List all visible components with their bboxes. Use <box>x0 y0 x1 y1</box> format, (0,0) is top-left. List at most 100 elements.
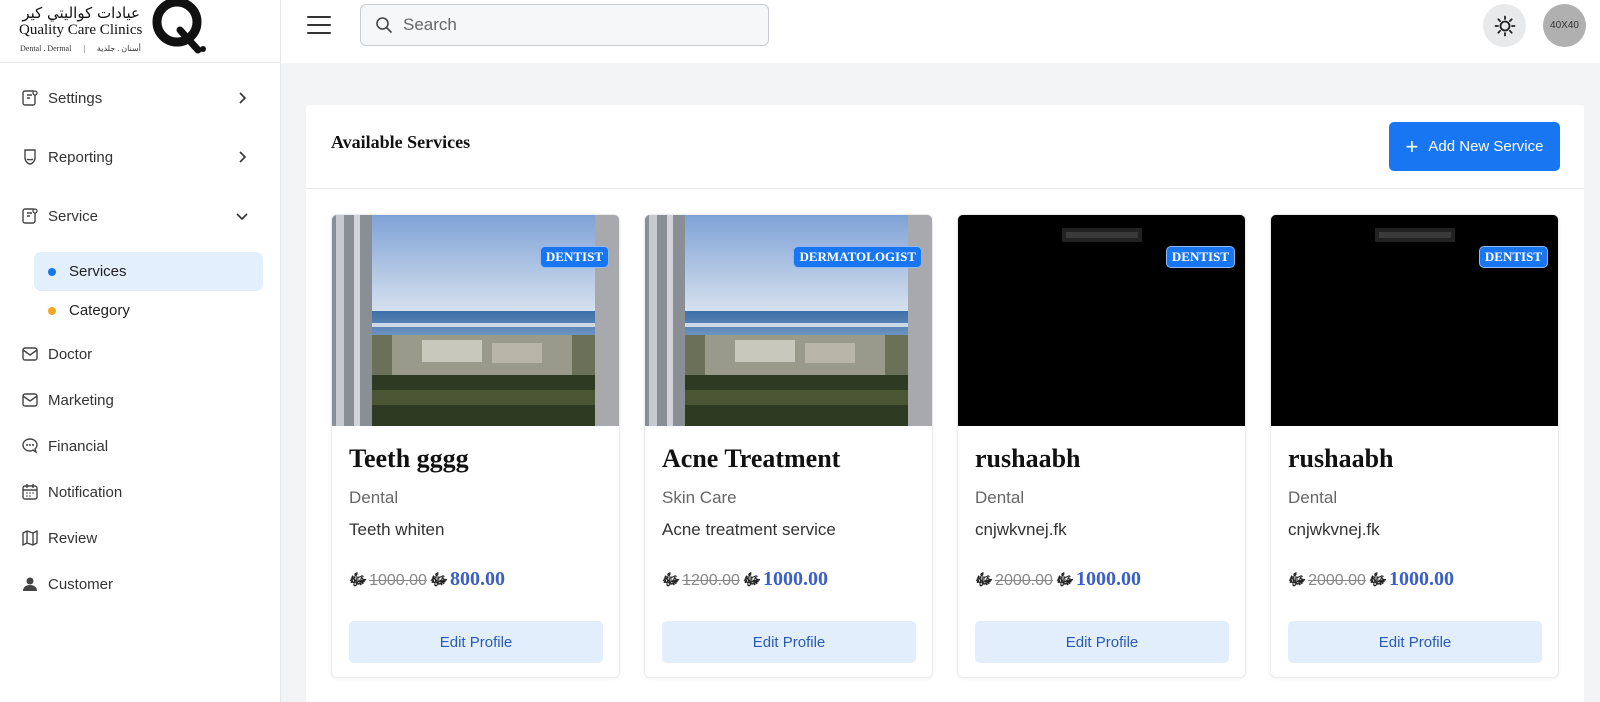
old-price: 1000.00 <box>369 572 427 589</box>
currency-icon: ﷻ <box>742 572 761 589</box>
new-price: 1000.00 <box>1388 568 1454 590</box>
edit-profile-button[interactable]: Edit Profile <box>975 621 1229 663</box>
service-image[interactable]: DENTIST <box>1271 215 1558 426</box>
top-bar: 40X40 <box>281 0 1600 63</box>
map-icon <box>20 528 40 548</box>
sidebar-item-reporting[interactable]: Reporting <box>20 143 250 171</box>
service-title: Teeth gggg <box>349 444 469 473</box>
chevron-right-icon <box>239 151 247 163</box>
service-image[interactable]: DENTIST <box>332 215 619 426</box>
reporting-icon <box>20 147 40 167</box>
service-card: DENTIST rushaabh Dental cnjwkvnej.fk ﷻ 2… <box>957 214 1246 678</box>
sidebar-item-label: Customer <box>48 575 114 593</box>
service-description: Acne treatment service <box>662 520 836 539</box>
mail-icon <box>20 390 40 410</box>
old-price: 2000.00 <box>1308 572 1366 589</box>
new-price: 1000.00 <box>762 568 828 590</box>
specialty-badge: DENTIST <box>539 246 609 268</box>
old-price: 1200.00 <box>682 572 740 589</box>
price-row: ﷻ 1200.00 ﷻ 1000.00 <box>662 568 828 593</box>
old-price: 2000.00 <box>995 572 1053 589</box>
chat-icon <box>20 436 40 456</box>
new-price: 800.00 <box>449 568 505 590</box>
service-category: Dental <box>975 488 1025 507</box>
sidebar-item-marketing[interactable]: Marketing <box>20 386 250 414</box>
search-input[interactable] <box>403 15 743 35</box>
currency-icon: ﷻ <box>1288 572 1307 589</box>
price-row: ﷻ 2000.00 ﷻ 1000.00 <box>975 568 1141 593</box>
sidebar-item-review[interactable]: Review <box>20 524 250 552</box>
currency-icon: ﷻ <box>662 572 681 589</box>
page-title: Available Services <box>331 132 471 152</box>
sidebar-item-notification[interactable]: Notification <box>20 478 250 506</box>
price-row: ﷻ 1000.00 ﷻ 800.00 <box>349 568 505 593</box>
edit-profile-button[interactable]: Edit Profile <box>349 621 603 663</box>
sidebar-item-label: Marketing <box>48 391 114 409</box>
service-image[interactable]: DERMATOLOGIST <box>645 215 932 426</box>
sidebar-item-label: Service <box>48 207 99 225</box>
brand-tagline: Dental . Dermal | أسنان . جلدية <box>20 44 141 53</box>
service-title: Acne Treatment <box>662 444 841 473</box>
calendar-icon <box>20 482 40 502</box>
add-new-service-button[interactable]: + Add New Service <box>1389 122 1560 171</box>
price-row: ﷻ 2000.00 ﷻ 1000.00 <box>1288 568 1454 593</box>
sidebar-item-label: Reporting <box>48 148 114 166</box>
service-title: rushaabh <box>1288 444 1394 473</box>
sidebar-item-label: Notification <box>48 483 123 501</box>
sidebar-subitem-category[interactable]: Category <box>34 291 263 330</box>
service-title: rushaabh <box>975 444 1081 473</box>
chevron-down-icon <box>236 213 248 221</box>
services-panel: Available Services + Add New Service DEN… <box>306 105 1584 702</box>
service-card: DENTIST Teeth gggg Dental Teeth whiten ﷻ… <box>331 214 620 678</box>
currency-icon: ﷻ <box>349 572 368 589</box>
service-category: Dental <box>1288 488 1338 507</box>
brand-tagline-en: Dental . Dermal <box>20 44 72 53</box>
service-description: Teeth whiten <box>349 520 445 539</box>
brand-arabic-name: عيادات كواليتي كير <box>22 4 140 22</box>
service-description: cnjwkvnej.fk <box>975 520 1067 539</box>
avatar[interactable]: 40X40 <box>1543 4 1586 47</box>
sidebar-subitem-label: Services <box>69 263 127 280</box>
settings-icon <box>20 88 40 108</box>
sidebar-item-service[interactable]: Service <box>20 202 250 230</box>
chevron-right-icon <box>239 92 247 104</box>
mail-icon <box>20 344 40 364</box>
brand-tagline-ar: أسنان . جلدية <box>96 44 141 53</box>
specialty-badge: DERMATOLOGIST <box>793 246 922 268</box>
service-card: DENTIST rushaabh Dental cnjwkvnej.fk ﷻ 2… <box>1270 214 1559 678</box>
specialty-badge: DENTIST <box>1478 246 1548 268</box>
search-box[interactable] <box>360 4 769 46</box>
menu-icon[interactable] <box>307 16 331 36</box>
currency-icon: ﷻ <box>429 572 448 589</box>
active-dot <box>48 268 56 276</box>
sidebar-item-settings[interactable]: Settings <box>20 84 250 112</box>
search-icon <box>376 17 392 33</box>
inactive-dot <box>48 307 56 315</box>
currency-icon: ﷻ <box>1055 572 1074 589</box>
sidebar-item-label: Doctor <box>48 345 93 363</box>
theme-toggle-button[interactable] <box>1483 4 1526 47</box>
edit-profile-button[interactable]: Edit Profile <box>1288 621 1542 663</box>
sidebar-item-financial[interactable]: Financial <box>20 432 250 460</box>
add-new-service-label: Add New Service <box>1428 138 1544 155</box>
plus-icon: + <box>1405 133 1419 159</box>
service-description: cnjwkvnej.fk <box>1288 520 1380 539</box>
sidebar-item-customer[interactable]: Customer <box>20 570 250 598</box>
service-icon <box>20 206 40 226</box>
service-card: DERMATOLOGIST Acne Treatment Skin Care A… <box>644 214 933 678</box>
sidebar-item-doctor[interactable]: Doctor <box>20 340 250 368</box>
sidebar-subitem-services[interactable]: Services <box>34 252 263 291</box>
sidebar-item-label: Review <box>48 529 98 547</box>
brand-logo[interactable]: عيادات كواليتي كير Quality Care Clinics … <box>0 0 280 63</box>
currency-icon: ﷻ <box>1368 572 1387 589</box>
brand-english-name: Quality Care Clinics <box>19 22 143 38</box>
sidebar: عيادات كواليتي كير Quality Care Clinics … <box>0 0 281 702</box>
sidebar-item-label: Settings <box>48 89 103 107</box>
specialty-badge: DENTIST <box>1165 246 1235 268</box>
user-icon <box>20 574 40 594</box>
service-category: Skin Care <box>662 488 737 507</box>
edit-profile-button[interactable]: Edit Profile <box>662 621 916 663</box>
service-image[interactable]: DENTIST <box>958 215 1245 426</box>
sidebar-item-label: Financial <box>48 437 109 455</box>
service-category: Dental <box>349 488 399 507</box>
